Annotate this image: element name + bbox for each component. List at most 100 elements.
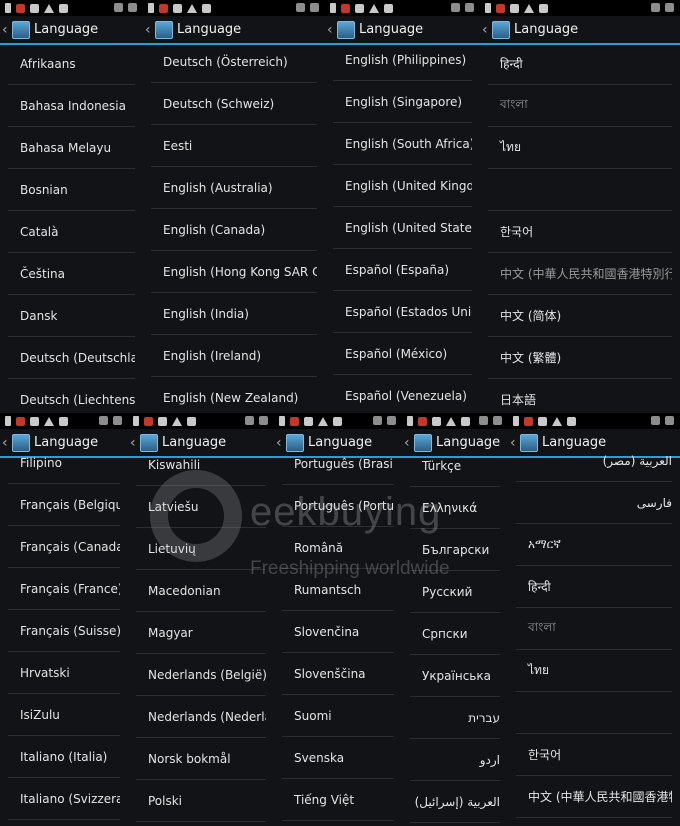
language-option[interactable]: Català	[8, 211, 135, 253]
airplane-icon	[665, 3, 674, 12]
language-option[interactable]: English (Ireland)	[151, 335, 317, 377]
language-option[interactable]: English (Hong Kong SAR China)	[151, 251, 317, 293]
language-option[interactable]: Macedonian	[136, 570, 266, 612]
warning-icon	[369, 3, 379, 13]
language-option[interactable]: हिन्दी	[516, 566, 672, 608]
language-settings-panel: ‹ Language Deutsch (Österreich) Deutsch (Sc…	[143, 0, 326, 413]
language-option[interactable]: 中文 (简体)	[488, 295, 672, 337]
language-option[interactable]: Français (France)	[8, 568, 120, 610]
language-option[interactable]: Türkçe	[410, 445, 500, 487]
airplane-icon	[665, 416, 674, 425]
back-arrow-icon[interactable]: ‹	[482, 22, 490, 38]
language-option[interactable]: Čeština	[8, 253, 135, 295]
language-option[interactable]: Polski	[136, 780, 266, 822]
language-option[interactable]: Slovenščina	[282, 653, 394, 695]
back-arrow-icon[interactable]: ‹	[2, 22, 10, 38]
language-option[interactable]: ไทย	[488, 127, 672, 169]
language-option[interactable]: Српски	[410, 613, 500, 655]
language-option[interactable]: English (United States)	[333, 207, 472, 249]
language-option[interactable]: Română	[282, 527, 394, 569]
language-option[interactable]: አማርኛ	[516, 524, 672, 566]
language-option[interactable]: English (Singapore)	[333, 81, 472, 123]
language-option[interactable]: ไทย	[516, 650, 672, 692]
language-option[interactable]: Kiswahili	[136, 444, 266, 486]
language-option[interactable]: Nederlands (Nederland)	[136, 696, 266, 738]
language-option[interactable]: Español (Estados Unidos)	[333, 291, 472, 333]
notification-icon	[496, 3, 505, 13]
language-option[interactable]: Italiano (Italia)	[8, 736, 120, 778]
language-option[interactable]: فارسی	[516, 482, 672, 524]
back-arrow-icon[interactable]: ‹	[327, 22, 335, 38]
action-bar: ‹ Language	[0, 16, 143, 45]
language-option[interactable]: English (South Africa)	[333, 123, 472, 165]
language-option[interactable]: Deutsch (Liechtenstein)	[8, 379, 135, 413]
language-option[interactable]: 日本語	[488, 379, 672, 413]
language-option[interactable]: Nederlands (België)	[136, 654, 266, 696]
language-option[interactable]: Dansk	[8, 295, 135, 337]
language-option[interactable]: English (Canada)	[151, 209, 317, 251]
language-option[interactable]: Svenska	[282, 737, 394, 779]
language-option[interactable]: Deutsch (Österreich)	[151, 41, 317, 83]
settings-app-icon[interactable]	[492, 20, 510, 39]
language-option[interactable]: Bosnian	[8, 169, 135, 211]
language-option[interactable]: العربية (مصر)	[516, 440, 672, 482]
language-option[interactable]: Українська	[410, 655, 500, 697]
warning-icon	[172, 416, 182, 426]
language-option[interactable]: Tiếng Việt	[282, 779, 394, 821]
language-option[interactable]: Español (México)	[333, 333, 472, 375]
status-bar	[480, 0, 680, 16]
language-option[interactable]: اردو	[410, 739, 500, 781]
language-option[interactable]: Español (España)	[333, 249, 472, 291]
language-option[interactable]: English (Australia)	[151, 167, 317, 209]
language-option[interactable]: English (United Kingdom)	[333, 165, 472, 207]
language-option[interactable]: English (Philippines)	[333, 39, 472, 81]
language-option[interactable]: Bahasa Indonesia	[8, 85, 135, 127]
language-option[interactable]: Afrikaans	[8, 43, 135, 85]
language-option[interactable]: العربية (إسرائيل)	[410, 781, 500, 823]
language-option[interactable]: Français (Canada)	[8, 526, 120, 568]
language-option[interactable]: English (New Zealand)	[151, 377, 317, 413]
language-option[interactable]: Português (Portugal)	[282, 485, 394, 527]
warning-icon	[524, 3, 534, 13]
language-option[interactable]: Eesti	[151, 125, 317, 167]
language-option[interactable]: Filipino	[8, 442, 120, 484]
wifi-icon	[245, 416, 254, 425]
language-option[interactable]: Magyar	[136, 612, 266, 654]
settings-app-icon[interactable]	[337, 20, 355, 39]
language-option[interactable]: Italiano (Svizzera)	[8, 778, 120, 820]
settings-app-icon[interactable]	[12, 20, 30, 39]
language-option[interactable]: Suomi	[282, 695, 394, 737]
language-option[interactable]: IsiZulu	[8, 694, 120, 736]
language-option[interactable]	[488, 169, 672, 211]
language-option[interactable]: Български	[410, 529, 500, 571]
language-option[interactable]: Latviešu	[136, 486, 266, 528]
language-option[interactable]: Deutsch (Schweiz)	[151, 83, 317, 125]
language-option[interactable]: Español (Venezuela)	[333, 375, 472, 413]
warning-icon	[318, 416, 328, 426]
back-arrow-icon[interactable]: ‹	[145, 22, 153, 38]
language-option[interactable]: Русский	[410, 571, 500, 613]
language-option[interactable]: 한국어	[516, 734, 672, 776]
language-option[interactable]: हिन्दी	[488, 43, 672, 85]
language-option[interactable]: 中文 (中華人民共和國香港特別行政區)	[488, 253, 672, 295]
language-option[interactable]: Hrvatski	[8, 652, 120, 694]
language-option[interactable]: Lietuvių	[136, 528, 266, 570]
language-option[interactable]: Bahasa Melayu	[8, 127, 135, 169]
language-option[interactable]	[516, 692, 672, 734]
language-option[interactable]: English (India)	[151, 293, 317, 335]
language-option[interactable]: Français (Suisse)	[8, 610, 120, 652]
language-option[interactable]: Deutsch (Deutschland)	[8, 337, 135, 379]
language-option[interactable]: Ελληνικά	[410, 487, 500, 529]
language-option[interactable]: 中文 (中華人民共和國香港特別行政區)	[516, 776, 672, 818]
language-option[interactable]: 中文 (繁體)	[488, 337, 672, 379]
language-option[interactable]: Slovenčina	[282, 611, 394, 653]
settings-app-icon[interactable]	[155, 20, 173, 39]
language-option[interactable]: Français (Belgique)	[8, 484, 120, 526]
language-option[interactable]: বাংলা	[488, 85, 672, 127]
language-option[interactable]: 한국어	[488, 211, 672, 253]
language-option[interactable]: עברית	[410, 697, 500, 739]
language-option[interactable]: Português (Brasil)	[282, 443, 394, 485]
language-option[interactable]: Rumantsch	[282, 569, 394, 611]
language-option[interactable]: বাংলা	[516, 608, 672, 650]
language-option[interactable]: Norsk bokmål	[136, 738, 266, 780]
